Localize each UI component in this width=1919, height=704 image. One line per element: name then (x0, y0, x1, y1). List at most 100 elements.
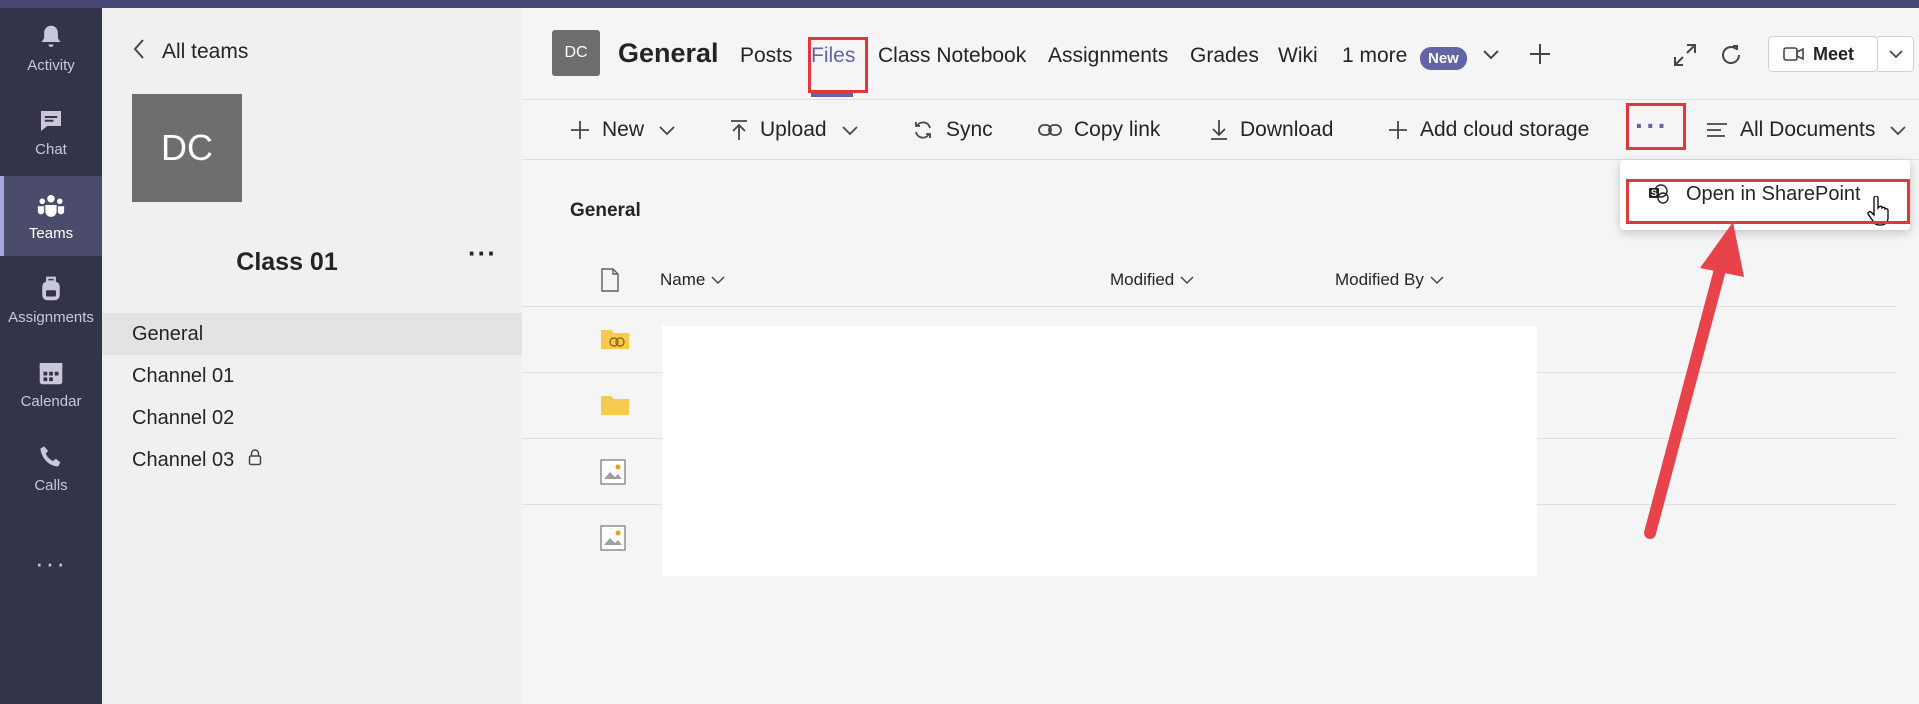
view-label: All Documents (1740, 118, 1876, 141)
copy-link-label: Copy link (1074, 118, 1161, 141)
document-icon (601, 268, 619, 292)
refresh-icon[interactable] (1718, 42, 1744, 73)
files-toolbar: New Upload Sync Copy link Download Add c… (522, 100, 1919, 160)
rail-item-calls[interactable]: Calls (0, 428, 102, 508)
image-file-icon (600, 459, 626, 490)
rail-item-chat[interactable]: Chat (0, 92, 102, 172)
tab-wiki[interactable]: Wiki (1278, 44, 1318, 68)
rail-item-calendar[interactable]: Calendar (0, 344, 102, 424)
tab-assignments[interactable]: Assignments (1048, 44, 1168, 68)
name-column-header[interactable]: Name (660, 270, 725, 290)
sync-label: Sync (946, 118, 993, 141)
chevron-down-icon[interactable] (1482, 48, 1500, 66)
title-bar-strip (0, 0, 1919, 8)
image-file-icon (600, 525, 626, 556)
meet-button[interactable]: Meet (1768, 36, 1878, 72)
annotation-highlight (1626, 103, 1686, 150)
channel-item-general[interactable]: General (102, 313, 522, 355)
rail-label: Calendar (20, 393, 82, 410)
sync-button[interactable]: Sync (912, 118, 993, 142)
channel-header: DC General Posts Files Class Notebook As… (522, 8, 1919, 100)
rail-item-teams[interactable]: Teams (0, 176, 102, 256)
annotation-highlight (1626, 179, 1910, 224)
channel-label: Channel 01 (132, 364, 235, 387)
channel-title: General (618, 38, 719, 68)
tab-class-notebook[interactable]: Class Notebook (878, 44, 1026, 68)
chevron-down-icon (711, 275, 725, 284)
new-button[interactable]: New (570, 118, 676, 142)
all-teams-link[interactable]: All teams (132, 38, 248, 66)
team-more-button[interactable]: ··· (468, 238, 497, 269)
link-icon (1038, 122, 1062, 138)
folder-title: General (570, 200, 641, 221)
rail-label: Activity (27, 57, 75, 74)
chevron-down-icon (1180, 275, 1194, 284)
new-label: New (602, 118, 645, 141)
sync-icon (912, 119, 934, 141)
file-type-header[interactable] (600, 268, 620, 292)
channel-label: Channel 02 (132, 406, 235, 429)
view-selector[interactable]: All Documents (1706, 118, 1907, 142)
add-tab-icon[interactable] (1528, 42, 1552, 71)
lock-icon (248, 448, 262, 472)
download-icon (1210, 119, 1228, 141)
rail-item-assignments[interactable]: Assignments (0, 260, 102, 340)
channel-label: General (132, 322, 204, 345)
team-name: Class 01 (236, 248, 338, 276)
add-cloud-label: Add cloud storage (1420, 118, 1590, 141)
phone-icon (40, 446, 61, 467)
backpack-icon (42, 276, 60, 301)
active-tab-indicator (811, 93, 853, 97)
upload-label: Upload (760, 118, 827, 141)
annotation-highlight (808, 37, 868, 93)
plus-icon (570, 120, 590, 140)
plus-icon (1388, 120, 1408, 140)
modified-by-header-label: Modified By (1335, 270, 1424, 289)
tab-more[interactable]: 1 more (1342, 44, 1407, 68)
all-teams-label: All teams (162, 40, 249, 63)
rail-label: Chat (35, 141, 67, 158)
channel-item-01[interactable]: Channel 01 (102, 355, 522, 397)
folder-icon (600, 393, 630, 422)
upload-button[interactable]: Upload (730, 118, 859, 142)
rail-more-button[interactable]: ··· (0, 548, 102, 579)
chat-icon (41, 111, 61, 131)
copy-link-button[interactable]: Copy link (1038, 118, 1160, 142)
channel-item-03[interactable]: Channel 03 (102, 439, 522, 481)
channel-label: Channel 03 (132, 448, 235, 471)
expand-icon[interactable] (1672, 42, 1698, 73)
main-content: DC General Posts Files Class Notebook As… (522, 8, 1919, 704)
chevron-down-icon (658, 125, 676, 136)
bell-icon (41, 25, 61, 47)
name-header-label: Name (660, 270, 706, 289)
shared-folder-icon (600, 327, 630, 356)
meet-label: Meet (1813, 43, 1855, 64)
upload-icon (730, 119, 748, 141)
rail-label: Teams (28, 225, 74, 242)
modified-header-label: Modified (1110, 270, 1175, 289)
tab-grades[interactable]: Grades (1190, 44, 1259, 68)
calendar-icon (39, 363, 63, 385)
rail-label: Assignments (8, 309, 94, 326)
files-list: General Name Modified Modified By (522, 160, 1919, 704)
channel-item-02[interactable]: Channel 02 (102, 397, 522, 439)
new-badge: New (1420, 47, 1467, 70)
app-rail: Activity Chat Teams Assignments Calendar… (0, 8, 102, 704)
meet-dropdown-button[interactable] (1878, 36, 1914, 72)
rail-label: Calls (34, 477, 68, 494)
modified-by-column-header[interactable]: Modified By (1335, 270, 1444, 290)
modified-column-header[interactable]: Modified (1110, 270, 1194, 290)
chevron-down-icon (1889, 125, 1907, 136)
chevron-down-icon (841, 125, 859, 136)
tab-posts[interactable]: Posts (740, 44, 793, 68)
rail-item-activity[interactable]: Activity (0, 8, 102, 88)
list-view-icon (1706, 122, 1728, 138)
chevron-left-icon (132, 38, 146, 66)
team-panel: All teams DC Class 01 ··· General Channe… (102, 8, 522, 704)
video-camera-icon (1783, 47, 1804, 61)
chevron-down-icon (1430, 275, 1444, 284)
download-button[interactable]: Download (1210, 118, 1333, 142)
download-label: Download (1240, 118, 1334, 141)
add-cloud-storage-button[interactable]: Add cloud storage (1388, 118, 1589, 142)
chevron-down-icon (1888, 50, 1903, 59)
